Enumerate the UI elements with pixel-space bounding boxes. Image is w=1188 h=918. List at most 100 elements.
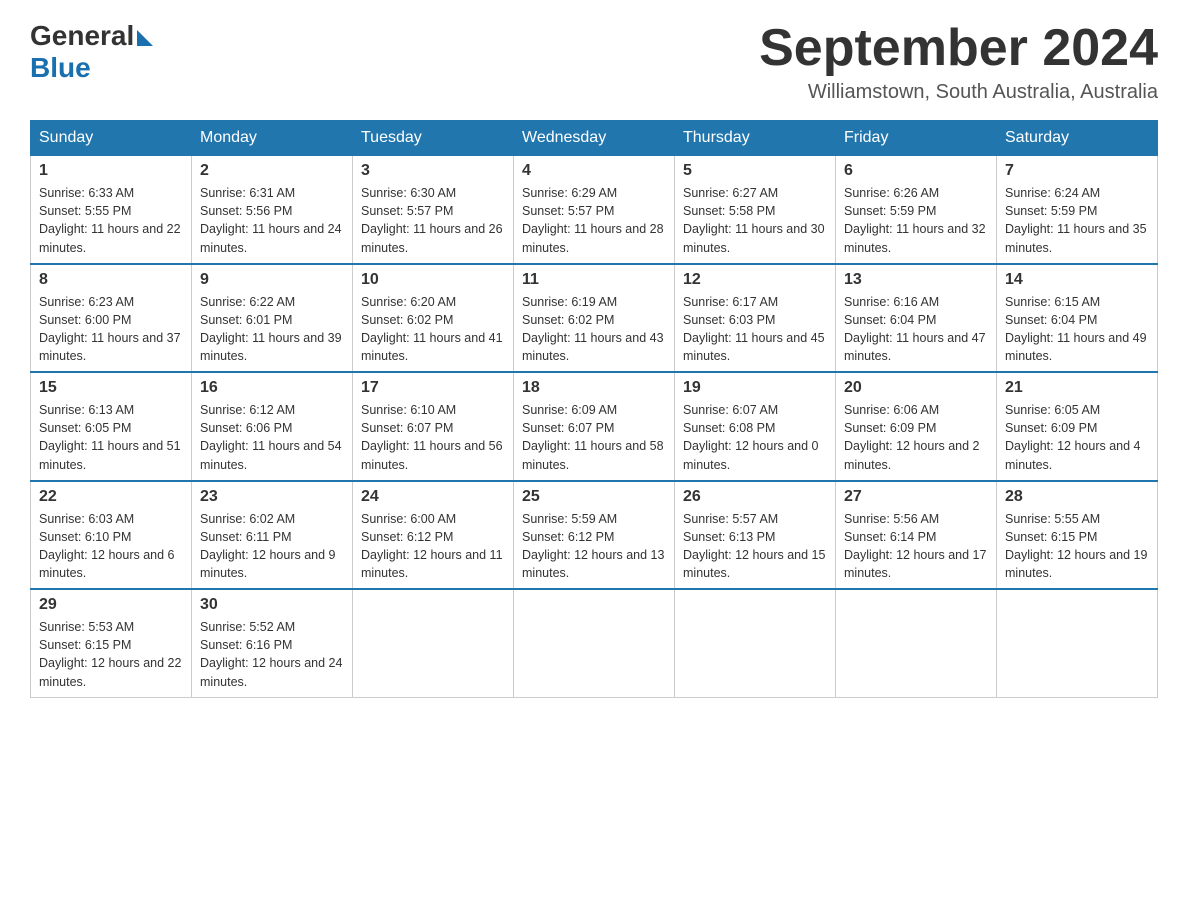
calendar-table: SundayMondayTuesdayWednesdayThursdayFrid…	[30, 120, 1158, 698]
calendar-cell: 14 Sunrise: 6:15 AMSunset: 6:04 PMDayligh…	[997, 264, 1158, 373]
calendar-cell: 29 Sunrise: 5:53 AMSunset: 6:15 PMDayligh…	[31, 589, 192, 697]
cell-day-number: 5	[683, 162, 827, 180]
calendar-cell: 7 Sunrise: 6:24 AMSunset: 5:59 PMDaylight…	[997, 156, 1158, 264]
calendar-header-row: SundayMondayTuesdayWednesdayThursdayFrid…	[31, 121, 1158, 156]
logo-triangle-icon	[137, 30, 153, 46]
calendar-cell: 21Sunrise: 6:05 AMSunset: 6:09 PMDayligh…	[997, 372, 1158, 481]
logo-blue-text: Blue	[30, 52, 91, 83]
calendar-cell: 12Sunrise: 6:17 AMSunset: 6:03 PMDayligh…	[675, 264, 836, 373]
calendar-title-area: September 2024 Williamstown, South Austr…	[759, 20, 1158, 104]
day-header-wednesday: Wednesday	[514, 121, 675, 156]
calendar-week-row: 29 Sunrise: 5:53 AMSunset: 6:15 PMDayligh…	[31, 589, 1158, 697]
calendar-cell: 17 Sunrise: 6:10 AMSunset: 6:07 PMDayligh…	[353, 372, 514, 481]
calendar-cell: 1 Sunrise: 6:33 AMSunset: 5:55 PMDaylight…	[31, 156, 192, 264]
calendar-cell: 24Sunrise: 6:00 AMSunset: 6:12 PMDayligh…	[353, 481, 514, 590]
cell-day-number: 15	[39, 379, 183, 397]
cell-sun-info: Sunrise: 6:10 AMSunset: 6:07 PMDaylight:…	[361, 401, 505, 474]
cell-sun-info: Sunrise: 6:29 AMSunset: 5:57 PMDaylight:…	[522, 184, 666, 257]
cell-day-number: 2	[200, 162, 344, 180]
calendar-cell: 3 Sunrise: 6:30 AMSunset: 5:57 PMDaylight…	[353, 156, 514, 264]
cell-day-number: 18	[522, 379, 666, 397]
cell-day-number: 4	[522, 162, 666, 180]
cell-day-number: 26	[683, 488, 827, 506]
calendar-cell: 13 Sunrise: 6:16 AMSunset: 6:04 PMDayligh…	[836, 264, 997, 373]
day-header-saturday: Saturday	[997, 121, 1158, 156]
cell-sun-info: Sunrise: 5:55 AMSunset: 6:15 PMDaylight:…	[1005, 510, 1149, 583]
cell-sun-info: Sunrise: 6:33 AMSunset: 5:55 PMDaylight:…	[39, 184, 183, 257]
calendar-cell: 9Sunrise: 6:22 AMSunset: 6:01 PMDaylight…	[192, 264, 353, 373]
calendar-cell: 28 Sunrise: 5:55 AMSunset: 6:15 PMDayligh…	[997, 481, 1158, 590]
cell-sun-info: Sunrise: 6:09 AMSunset: 6:07 PMDaylight:…	[522, 401, 666, 474]
cell-day-number: 11	[522, 271, 666, 289]
day-header-thursday: Thursday	[675, 121, 836, 156]
cell-day-number: 12	[683, 271, 827, 289]
calendar-cell: 11 Sunrise: 6:19 AMSunset: 6:02 PMDayligh…	[514, 264, 675, 373]
calendar-cell: 5Sunrise: 6:27 AMSunset: 5:58 PMDaylight…	[675, 156, 836, 264]
calendar-cell: 25Sunrise: 5:59 AMSunset: 6:12 PMDayligh…	[514, 481, 675, 590]
cell-sun-info: Sunrise: 5:56 AMSunset: 6:14 PMDaylight:…	[844, 510, 988, 583]
cell-sun-info: Sunrise: 5:57 AMSunset: 6:13 PMDaylight:…	[683, 510, 827, 583]
cell-day-number: 3	[361, 162, 505, 180]
calendar-cell: 15 Sunrise: 6:13 AMSunset: 6:05 PMDayligh…	[31, 372, 192, 481]
cell-day-number: 14	[1005, 271, 1149, 289]
calendar-week-row: 1 Sunrise: 6:33 AMSunset: 5:55 PMDaylight…	[31, 156, 1158, 264]
calendar-cell: 30 Sunrise: 5:52 AMSunset: 6:16 PMDayligh…	[192, 589, 353, 697]
calendar-week-row: 8 Sunrise: 6:23 AMSunset: 6:00 PMDaylight…	[31, 264, 1158, 373]
cell-sun-info: Sunrise: 6:03 AMSunset: 6:10 PMDaylight:…	[39, 510, 183, 583]
cell-sun-info: Sunrise: 6:20 AMSunset: 6:02 PMDaylight:…	[361, 293, 505, 366]
day-header-sunday: Sunday	[31, 121, 192, 156]
cell-day-number: 13	[844, 271, 988, 289]
calendar-cell: 27 Sunrise: 5:56 AMSunset: 6:14 PMDayligh…	[836, 481, 997, 590]
day-header-friday: Friday	[836, 121, 997, 156]
calendar-cell: 26 Sunrise: 5:57 AMSunset: 6:13 PMDayligh…	[675, 481, 836, 590]
calendar-cell: 22 Sunrise: 6:03 AMSunset: 6:10 PMDayligh…	[31, 481, 192, 590]
cell-sun-info: Sunrise: 5:52 AMSunset: 6:16 PMDaylight:…	[200, 618, 344, 691]
cell-day-number: 22	[39, 488, 183, 506]
cell-sun-info: Sunrise: 6:16 AMSunset: 6:04 PMDaylight:…	[844, 293, 988, 366]
calendar-cell	[675, 589, 836, 697]
calendar-cell	[997, 589, 1158, 697]
cell-sun-info: Sunrise: 6:13 AMSunset: 6:05 PMDaylight:…	[39, 401, 183, 474]
cell-sun-info: Sunrise: 6:24 AMSunset: 5:59 PMDaylight:…	[1005, 184, 1149, 257]
cell-day-number: 6	[844, 162, 988, 180]
calendar-week-row: 15 Sunrise: 6:13 AMSunset: 6:05 PMDayligh…	[31, 372, 1158, 481]
cell-sun-info: Sunrise: 6:30 AMSunset: 5:57 PMDaylight:…	[361, 184, 505, 257]
cell-day-number: 27	[844, 488, 988, 506]
cell-day-number: 25	[522, 488, 666, 506]
calendar-cell	[514, 589, 675, 697]
day-header-tuesday: Tuesday	[353, 121, 514, 156]
cell-day-number: 1	[39, 162, 183, 180]
day-header-monday: Monday	[192, 121, 353, 156]
logo-general-text: General	[30, 20, 134, 52]
calendar-week-row: 22 Sunrise: 6:03 AMSunset: 6:10 PMDayligh…	[31, 481, 1158, 590]
cell-day-number: 24	[361, 488, 505, 506]
cell-day-number: 16	[200, 379, 344, 397]
cell-sun-info: Sunrise: 6:06 AMSunset: 6:09 PMDaylight:…	[844, 401, 988, 474]
cell-day-number: 10	[361, 271, 505, 289]
cell-sun-info: Sunrise: 6:02 AMSunset: 6:11 PMDaylight:…	[200, 510, 344, 583]
calendar-cell: 19Sunrise: 6:07 AMSunset: 6:08 PMDayligh…	[675, 372, 836, 481]
cell-sun-info: Sunrise: 6:05 AMSunset: 6:09 PMDaylight:…	[1005, 401, 1149, 474]
month-title: September 2024	[759, 20, 1158, 77]
cell-day-number: 19	[683, 379, 827, 397]
cell-sun-info: Sunrise: 6:23 AMSunset: 6:00 PMDaylight:…	[39, 293, 183, 366]
cell-day-number: 8	[39, 271, 183, 289]
cell-sun-info: Sunrise: 6:15 AMSunset: 6:04 PMDaylight:…	[1005, 293, 1149, 366]
logo: General Blue	[30, 20, 153, 84]
cell-day-number: 28	[1005, 488, 1149, 506]
page-header: General Blue September 2024 Williamstown…	[30, 20, 1158, 104]
cell-sun-info: Sunrise: 6:19 AMSunset: 6:02 PMDaylight:…	[522, 293, 666, 366]
cell-day-number: 7	[1005, 162, 1149, 180]
calendar-cell	[353, 589, 514, 697]
cell-day-number: 29	[39, 596, 183, 614]
cell-day-number: 9	[200, 271, 344, 289]
calendar-cell	[836, 589, 997, 697]
cell-sun-info: Sunrise: 5:53 AMSunset: 6:15 PMDaylight:…	[39, 618, 183, 691]
calendar-cell: 20Sunrise: 6:06 AMSunset: 6:09 PMDayligh…	[836, 372, 997, 481]
cell-sun-info: Sunrise: 6:31 AMSunset: 5:56 PMDaylight:…	[200, 184, 344, 257]
calendar-cell: 23Sunrise: 6:02 AMSunset: 6:11 PMDayligh…	[192, 481, 353, 590]
cell-day-number: 17	[361, 379, 505, 397]
calendar-cell: 4 Sunrise: 6:29 AMSunset: 5:57 PMDaylight…	[514, 156, 675, 264]
cell-day-number: 30	[200, 596, 344, 614]
calendar-cell: 10 Sunrise: 6:20 AMSunset: 6:02 PMDayligh…	[353, 264, 514, 373]
